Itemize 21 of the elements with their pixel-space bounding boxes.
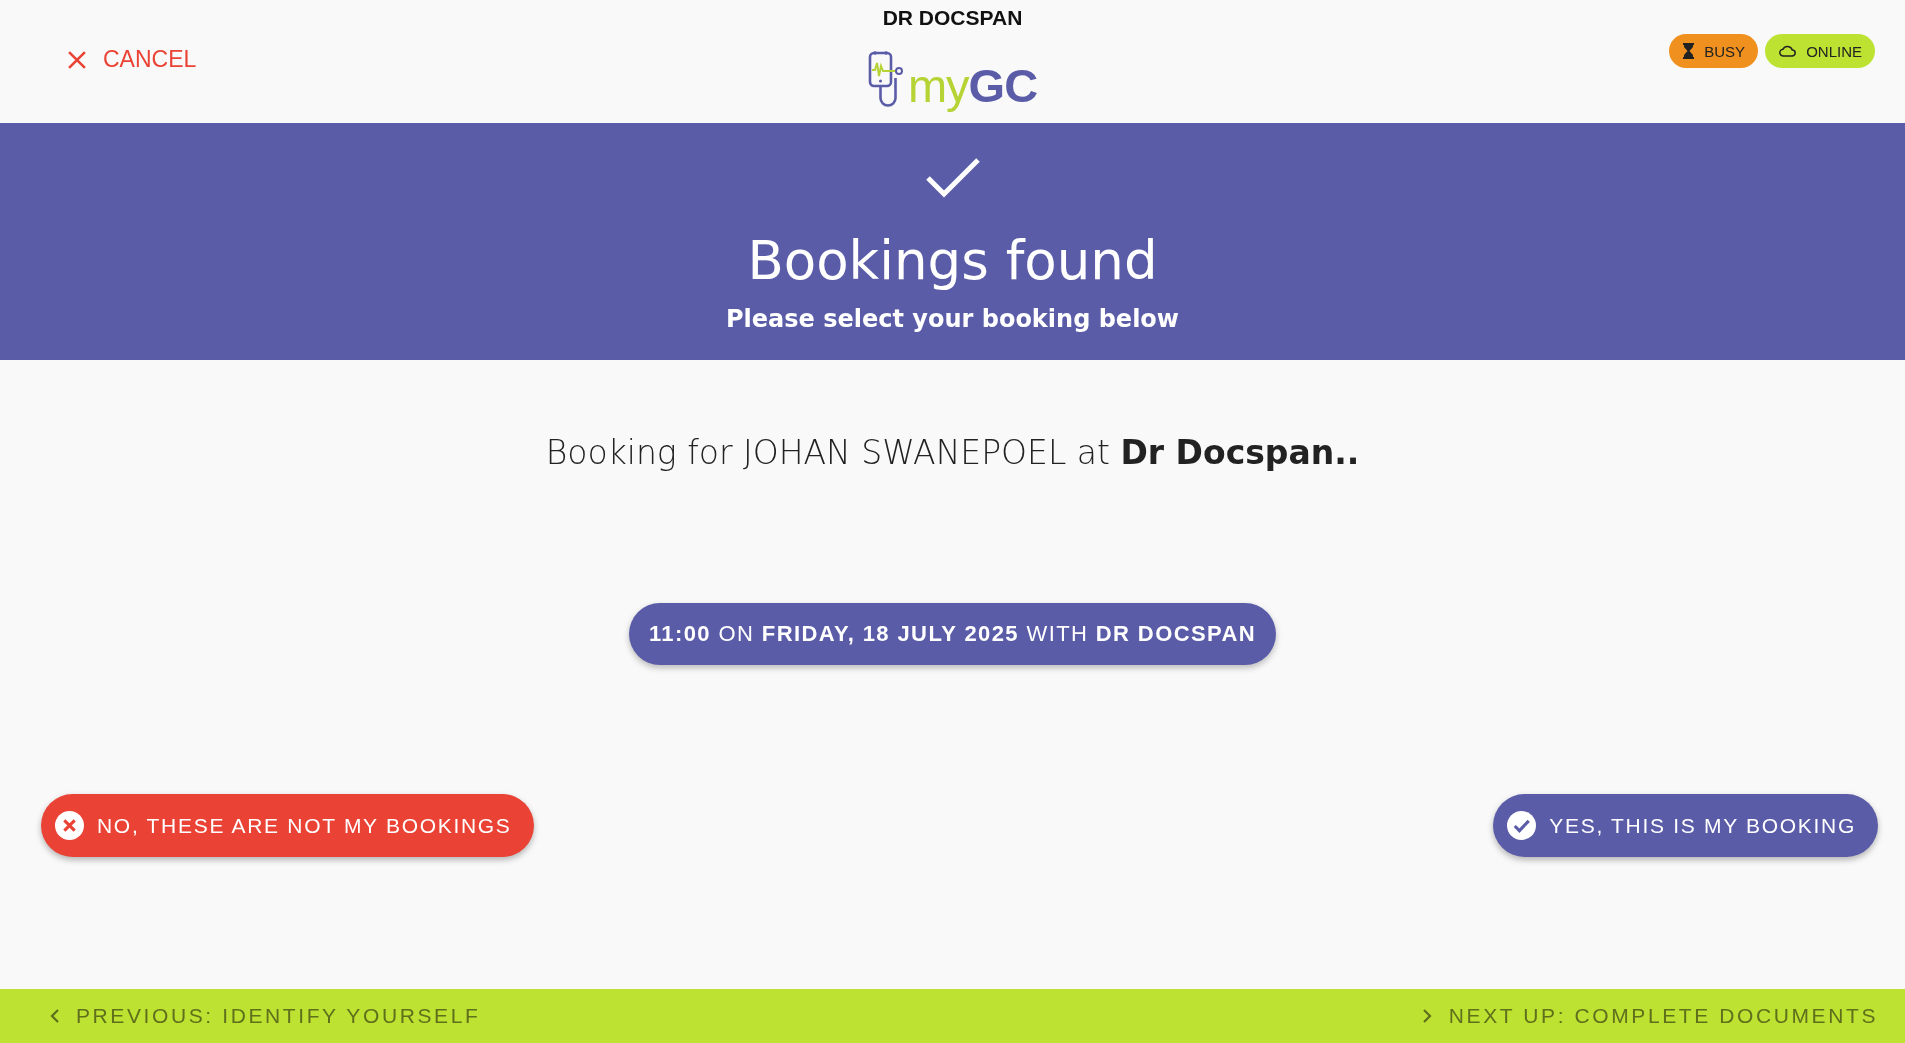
previous-step-link[interactable]: PREVIOUS: IDENTIFY YOURSELF [50,1000,481,1032]
close-icon [68,50,86,69]
banner-title: Bookings found [747,229,1158,293]
x-circle-icon [55,811,84,840]
hourglass-icon [1683,43,1695,59]
reject-bookings-button[interactable]: NO, THESE ARE NOT MY BOOKINGS [41,794,534,857]
chevron-right-icon [1422,1009,1432,1023]
booking-intro: Booking for JOHAN SWANEPOEL at Dr Docspan.. [545,432,1360,474]
status-label: BUSY [1704,42,1746,60]
checkmark-icon [924,157,981,199]
check-circle-icon [1507,811,1537,840]
stethoscope-phone-icon [867,50,904,108]
cloud-icon [1779,45,1797,57]
next-step-link[interactable]: NEXT UP: COMPLETE DOCUMENTS [1422,1000,1878,1032]
cancel-button[interactable]: CANCEL [64,42,201,77]
booking-option-button[interactable]: 11:00 ON FRIDAY, 18 JULY 2025 WITH DR DOCSPAN [628,603,1277,665]
confirm-booking-button[interactable]: YES, THIS IS MY BOOKING [1493,794,1878,857]
chevron-left-icon [50,1009,59,1023]
status-label: ONLINE [1806,42,1862,60]
practice-name: DR DOCSPAN [882,6,1023,30]
banner-subtitle: Please select your booking below [725,304,1179,334]
